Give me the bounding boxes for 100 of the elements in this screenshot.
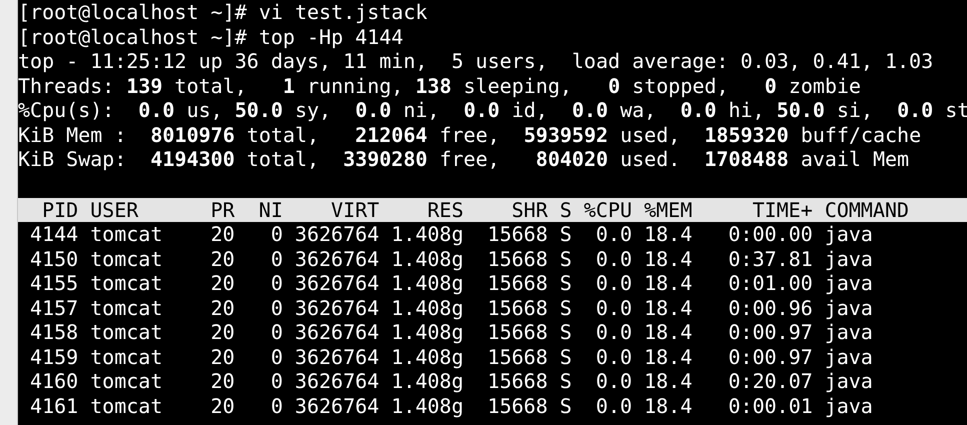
table-cell-text: tomcat (89, 246, 162, 271)
table-cell: 18.4 (644, 344, 692, 369)
terminal-line: [root@localhost ~]# vi test.jstack (18, 0, 428, 24)
table-cell: 0.0 (596, 246, 632, 271)
table-cell: 18.4 (644, 246, 692, 271)
table-cell: 4157 (30, 296, 78, 320)
table-cell: 1.408g (391, 296, 464, 320)
table-cell: 0 (270, 246, 283, 271)
column-header: VIRT (331, 198, 380, 222)
table-cell-text: tomcat (89, 271, 162, 296)
table-cell: 20 (210, 296, 235, 320)
table-cell-text: java (824, 320, 873, 344)
table-cell: 18.4 (644, 369, 692, 394)
table-cell: 1.408g (391, 222, 464, 246)
table-cell: 0.0 (596, 394, 632, 418)
column-header: PR (210, 198, 235, 222)
table-cell: 4158 (30, 320, 78, 344)
table-cell: 4155 (30, 271, 78, 296)
table-cell: 20 (210, 394, 235, 418)
table-cell-text: S (558, 394, 572, 418)
table-cell: 18.4 (644, 320, 692, 344)
table-cell: 3626764 (294, 344, 380, 369)
terminal-line: Threads: 139 total, 1 running, 138 sleeping, 0 stopped, 0 zombie (18, 74, 861, 98)
table-cell: 18.4 (644, 296, 692, 320)
table-cell: 0.0 (596, 222, 632, 246)
table-cell: 15668 (488, 369, 548, 394)
column-header: NI (258, 198, 283, 222)
table-cell: 20 (210, 344, 235, 369)
terminal-line: KiB Mem : 8010976 total, 212064 free, 5939592 used, 1859320 buff/cache (18, 122, 922, 146)
table-cell-text: S (558, 246, 572, 271)
table-cell-text: java (824, 246, 873, 271)
table-cell: 3626764 (294, 246, 380, 271)
table-cell: 1.408g (391, 394, 464, 418)
table-cell: 0.0 (596, 344, 632, 369)
table-cell: 0 (270, 320, 283, 344)
table-cell-text: S (558, 222, 572, 246)
table-cell: 15668 (488, 320, 548, 344)
table-cell: 3626764 (294, 394, 380, 418)
table-cell: 1.408g (391, 369, 464, 394)
table-cell: 3626764 (294, 320, 380, 344)
table-cell: 4144 (30, 222, 78, 246)
table-cell: 15668 (488, 394, 548, 418)
table-cell: 0:00.01 (728, 394, 813, 418)
table-cell: 0 (270, 394, 283, 418)
column-header: PID (42, 198, 78, 222)
table-cell-text: java (824, 369, 873, 394)
table-cell: 3626764 (294, 222, 380, 246)
column-header: %CPU (584, 198, 632, 222)
table-cell: 0.0 (596, 320, 632, 344)
table-cell-text: java (824, 296, 873, 320)
terminal-line: top - 11:25:12 up 36 days, 11 min, 5 users, load average: 0.03, 0.41, 1.03 (18, 49, 934, 73)
table-cell-text: java (824, 394, 873, 418)
column-header: RES (427, 198, 464, 222)
table-cell: 0.0 (596, 271, 632, 296)
table-cell: 0:00.96 (728, 296, 813, 320)
terminal-line: KiB Swap: 4194300 total, 3390280 free, 804020 used. 1708488 avail Mem (18, 147, 910, 171)
table-cell: 0.0 (596, 296, 632, 320)
table-cell: 0:20.07 (728, 369, 813, 394)
table-cell-text: S (558, 271, 572, 296)
column-header: %MEM (644, 198, 692, 222)
table-cell: 20 (210, 246, 235, 271)
table-cell: 4150 (30, 246, 78, 271)
table-cell: 0 (270, 369, 283, 394)
table-cell: 1.408g (391, 246, 464, 271)
table-cell: 18.4 (644, 222, 692, 246)
table-cell: 1.408g (391, 344, 464, 369)
terminal-line: [root@localhost ~]# top -Hp 4144 (18, 24, 404, 48)
table-cell-text: tomcat (89, 320, 162, 344)
table-cell: 0.0 (596, 369, 632, 394)
table-cell: 0:37.81 (728, 246, 813, 271)
table-cell-text: tomcat (89, 369, 162, 394)
table-cell: 1.408g (391, 320, 464, 344)
table-cell-text: java (824, 271, 873, 296)
table-cell-text: tomcat (89, 296, 162, 320)
column-header: TIME+ (752, 198, 813, 222)
table-cell: 3626764 (294, 296, 380, 320)
table-cell: 0 (270, 296, 283, 320)
table-cell-text: S (558, 369, 572, 394)
table-cell: 20 (210, 369, 235, 394)
table-cell: 15668 (488, 271, 548, 296)
table-cell: 0 (270, 222, 283, 246)
column-header: S (558, 198, 572, 222)
table-cell: 1.408g (391, 271, 464, 296)
terminal-line: %Cpu(s): 0.0 us, 50.0 sy, 0.0 ni, 0.0 id, 0.0 wa, 0.0 hi, 50.0 si, 0.0 st (18, 98, 967, 122)
table-cell-text: java (824, 344, 873, 369)
table-cell: 3626764 (294, 271, 380, 296)
table-cell: 0 (270, 271, 283, 296)
table-cell: 0:01.00 (728, 271, 813, 296)
table-cell-text: java (824, 222, 873, 246)
table-cell: 18.4 (644, 394, 692, 418)
table-cell-text: tomcat (89, 394, 162, 418)
table-cell: 0:00.97 (728, 320, 813, 344)
table-cell: 15668 (488, 246, 548, 271)
column-header: USER (89, 198, 138, 222)
table-cell-text: S (558, 296, 572, 320)
table-cell: 4159 (30, 344, 78, 369)
table-cell: 15668 (488, 296, 548, 320)
column-header: SHR (512, 198, 548, 222)
table-cell: 0:00.00 (728, 222, 813, 246)
table-cell: 15668 (488, 344, 548, 369)
